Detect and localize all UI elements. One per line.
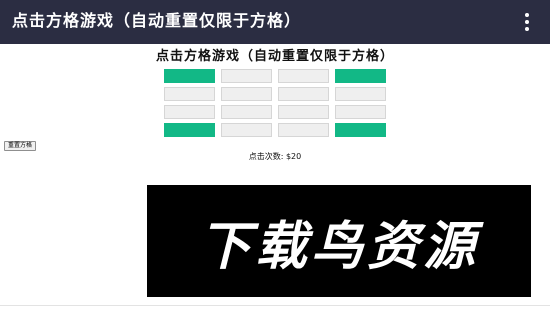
grid-cell-3-1[interactable]: [221, 123, 272, 137]
grid-cell-2-2[interactable]: [278, 105, 329, 119]
grid-cell-2-0[interactable]: [164, 105, 215, 119]
grid-cell-1-0[interactable]: [164, 87, 215, 101]
square-grid: [164, 69, 388, 137]
menu-dot: [525, 27, 529, 31]
grid-cell-1-1[interactable]: [221, 87, 272, 101]
watermark-text: 下载鸟资源: [198, 216, 479, 277]
menu-dot: [525, 13, 529, 17]
grid-cell-2-3[interactable]: [335, 105, 386, 119]
more-vert-icon[interactable]: [524, 13, 530, 31]
grid-cell-3-0[interactable]: [164, 123, 215, 137]
grid-cell-0-0[interactable]: [164, 69, 215, 83]
watermark-banner: 下载鸟资源: [147, 185, 531, 297]
grid-cell-2-1[interactable]: [221, 105, 272, 119]
grid-cell-0-2[interactable]: [278, 69, 329, 83]
grid-cell-1-2[interactable]: [278, 87, 329, 101]
app-title: 点击方格游戏（自动重置仅限于方格）: [12, 11, 302, 30]
grid-cell-0-1[interactable]: [221, 69, 272, 83]
grid-cell-0-3[interactable]: [335, 69, 386, 83]
click-count: 点击次数: $20: [248, 152, 302, 161]
grid-cell-3-2[interactable]: [278, 123, 329, 137]
app-header: 点击方格游戏（自动重置仅限于方格）: [0, 0, 550, 44]
reset-grid-button[interactable]: 重置方格: [4, 141, 37, 151]
grid-cell-1-3[interactable]: [335, 87, 386, 101]
game-title: 点击方格游戏（自动重置仅限于方格）: [155, 49, 394, 64]
grid-cell-3-3[interactable]: [335, 123, 386, 137]
divider: [0, 305, 550, 306]
menu-dot: [525, 20, 529, 24]
